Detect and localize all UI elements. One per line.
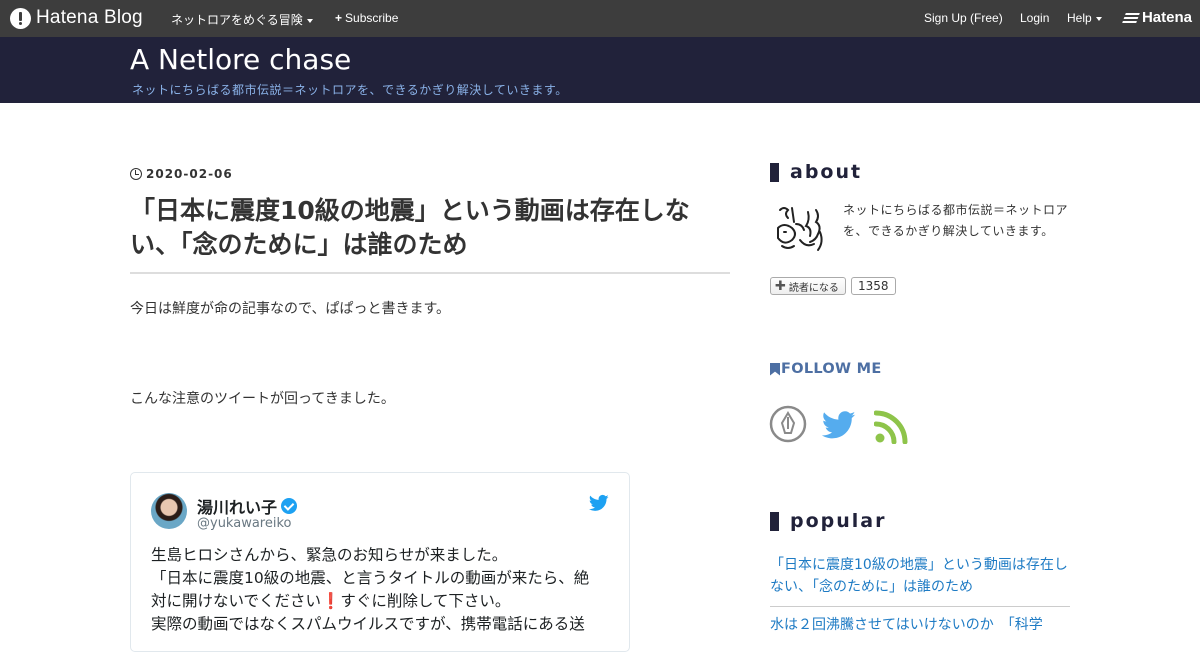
- subscribe-reader-button[interactable]: ✚ 読者になる: [770, 277, 846, 295]
- blog-menu-dropdown[interactable]: ネットロアをめぐる冒険: [171, 11, 313, 28]
- login-link[interactable]: Login: [1020, 11, 1049, 25]
- entry-paragraph: 今日は鮮度が命の記事なので、ぱぱっと書きます。: [130, 301, 451, 317]
- tweet-author[interactable]: 湯川れい子: [197, 494, 298, 518]
- entry-title[interactable]: 「日本に震度10級の地震」という動画は存在しない、「念のために」は誰のため: [130, 194, 730, 274]
- profile-doodle-image[interactable]: [770, 202, 832, 258]
- embedded-tweet[interactable]: 湯川れい子 @yukawareiko 生島ヒロシさんから、緊急のお知らせが来まし…: [130, 472, 630, 652]
- hatena-brand-label: Hatena: [1141, 9, 1192, 26]
- follow-heading-text: FOLLOW ME: [781, 361, 882, 377]
- chevron-down-icon: [1095, 16, 1102, 21]
- rss-feed-icon[interactable]: [874, 410, 908, 444]
- tweet-line: 対に開けないでください❗すぐに削除して下さい。: [151, 590, 611, 613]
- hatena-blog-logo[interactable]: Hatena Blog: [10, 7, 143, 29]
- hatena-global-header: Hatena Blog ネットロアをめぐる冒険 + Subscribe Sign …: [0, 0, 1200, 37]
- reader-count-badge[interactable]: 1358: [851, 277, 896, 295]
- divider: [770, 606, 1070, 607]
- hatena-blog-follow-icon[interactable]: [769, 405, 807, 443]
- entry-date-text: 2020-02-06: [146, 167, 233, 181]
- blog-header: A Netlore chase ネットにちらばる都市伝説＝ネットロアを、できるか…: [0, 37, 1200, 103]
- blog-menu-label: ネットロアをめぐる冒険: [171, 13, 303, 27]
- blog-title[interactable]: A Netlore chase: [130, 43, 351, 76]
- heading-bar: [770, 162, 779, 182]
- twitter-follow-icon[interactable]: [820, 408, 858, 442]
- tweet-handle[interactable]: @yukawareiko: [197, 516, 292, 531]
- bookmark-icon: [770, 362, 780, 376]
- twitter-bird-icon[interactable]: [589, 493, 609, 513]
- avatar[interactable]: [151, 493, 187, 529]
- logo-text: Hatena Blog: [36, 7, 143, 28]
- popular-heading: popular: [770, 510, 887, 532]
- hatena-logo-icon: [10, 7, 31, 29]
- entry-paragraph: こんな注意のツイートが回ってきました。: [130, 391, 395, 407]
- exclamation-icon: ❗: [321, 592, 341, 610]
- hatena-stripes-icon: [1122, 12, 1140, 23]
- popular-heading-text: popular: [790, 510, 887, 532]
- tweet-line-part: すぐに削除して下さい。: [340, 592, 511, 610]
- subscribe-button[interactable]: + Subscribe: [335, 11, 398, 25]
- chevron-down-icon: [306, 18, 313, 23]
- tweet-line: 生島ヒロシさんから、緊急のお知らせが来ました。: [151, 546, 508, 564]
- subscribe-label: Subscribe: [345, 11, 399, 25]
- about-description: ネットにちらばる都市伝説＝ネットロアを、できるかぎり解決していきます。: [843, 203, 1069, 238]
- about-heading: about: [770, 161, 862, 183]
- follow-heading: FOLLOW ME: [770, 361, 882, 377]
- tweet-line-part: 対に開けないでください: [151, 592, 322, 610]
- plus-icon: +: [335, 11, 343, 25]
- hatena-brand-link[interactable]: Hatena: [1122, 9, 1192, 26]
- tweet-author-name: 湯川れい子: [197, 498, 278, 517]
- popular-entry-link[interactable]: 「日本に震度10級の地震」という動画は存在しない、「念のために」は誰のため: [770, 554, 1070, 598]
- reader-button-label: 読者になる: [788, 282, 839, 294]
- blog-description: ネットにちらばる都市伝説＝ネットロアを、できるかぎり解決していきます。: [132, 83, 568, 97]
- tweet-line: 「日本に震度10級の地震、と言うタイトルの動画が来たら、絶: [151, 569, 590, 587]
- popular-entry-link[interactable]: 水は２回沸騰させてはいけないのか 「科学: [770, 614, 1070, 636]
- help-label: Help: [1067, 11, 1092, 25]
- about-heading-text: about: [790, 161, 863, 183]
- signup-link[interactable]: Sign Up (Free): [924, 11, 1003, 25]
- verified-icon: [281, 498, 298, 514]
- tweet-line: 実際の動画ではなくスパムウイルスですが、携帯電話にある送: [151, 615, 585, 633]
- clock-icon: [130, 168, 142, 180]
- heading-bar: [770, 511, 779, 531]
- entry-date[interactable]: 2020-02-06: [130, 167, 233, 181]
- help-dropdown[interactable]: Help: [1067, 11, 1102, 25]
- plus-icon: ✚: [775, 278, 786, 294]
- tweet-text: 生島ヒロシさんから、緊急のお知らせが来ました。 「日本に震度10級の地震、と言う…: [151, 544, 611, 636]
